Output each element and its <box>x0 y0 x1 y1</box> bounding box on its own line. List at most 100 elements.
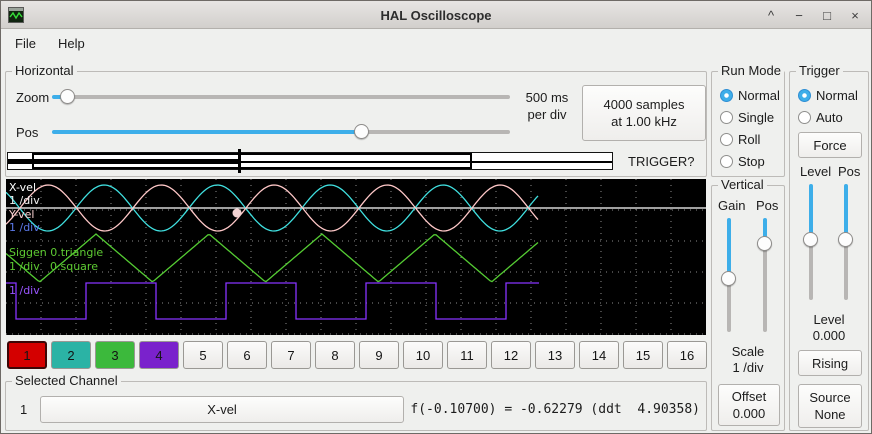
radio-on-icon <box>798 89 811 102</box>
trigger-level-readout-value: 0.000 <box>790 328 868 343</box>
zoom-slider-groove <box>52 95 510 99</box>
trigger-level-col-label: Level <box>800 164 831 179</box>
scope-channel-label: X-vel <box>9 182 36 194</box>
radio-off-icon <box>720 155 733 168</box>
timebase-line1: 500 ms <box>526 89 569 106</box>
run-mode-stop-radio[interactable]: Stop <box>720 154 765 169</box>
channel-button-14[interactable]: 14 <box>579 341 619 369</box>
radio-off-icon <box>720 133 733 146</box>
scope-channel-label: Y-vel <box>9 209 34 221</box>
trigger-pos-slider[interactable] <box>837 182 855 302</box>
trigger-level-handle[interactable] <box>803 232 818 247</box>
scope-display: X-vel1 /divY-vel1 /divSiggen 0.triangle1… <box>6 179 706 335</box>
vertical-pos-slider[interactable] <box>756 216 774 334</box>
channel-button-3[interactable]: 3 <box>95 341 135 369</box>
scope-channel-label: Siggen 0.triangle <box>9 247 103 259</box>
pos-slider[interactable] <box>50 123 512 141</box>
selected-channel-group: Selected Channel 1 X-vel f(-0.10700) = -… <box>5 381 707 431</box>
horizontal-group: Horizontal Zoom 500 ms per div 4000 samp… <box>5 71 707 177</box>
channel-button-2[interactable]: 2 <box>51 341 91 369</box>
run-mode-single-radio[interactable]: Single <box>720 110 774 125</box>
trigger-status-label: TRIGGER? <box>628 154 694 169</box>
radio-label: Stop <box>738 154 765 169</box>
trigger-source-button[interactable]: Source None <box>798 384 862 428</box>
channel-button-row: 12345678910111213141516 <box>7 341 707 369</box>
run-mode-group: Run Mode Normal Single Roll Stop <box>711 71 785 177</box>
radio-label: Normal <box>738 88 780 103</box>
force-button-label: Force <box>813 138 846 153</box>
gain-col-label: Gain <box>718 198 745 213</box>
force-button[interactable]: Force <box>798 132 862 158</box>
app-window: HAL Oscilloscope ^ − □ × File Help Horiz… <box>0 0 872 434</box>
menubar: File Help <box>1 30 871 56</box>
trigger-auto-radio[interactable]: Auto <box>798 110 843 125</box>
channel-button-1[interactable]: 1 <box>7 341 47 369</box>
samples-button[interactable]: 4000 samples at 1.00 kHz <box>582 85 706 141</box>
channel-button-8[interactable]: 8 <box>315 341 355 369</box>
trigger-group-label: Trigger <box>796 63 843 78</box>
offset-button[interactable]: Offset 0.000 <box>718 384 780 426</box>
trigger-edge-button[interactable]: Rising <box>798 350 862 376</box>
minimize-icon[interactable]: − <box>791 8 807 23</box>
samples-line1: 4000 samples <box>604 96 685 113</box>
gain-slider[interactable] <box>720 216 738 334</box>
maximize-icon[interactable]: □ <box>819 8 835 23</box>
zoom-slider-handle[interactable] <box>60 89 75 104</box>
channel-button-12[interactable]: 12 <box>491 341 531 369</box>
vertical-pos-handle[interactable] <box>757 236 772 251</box>
titlebar: HAL Oscilloscope ^ − □ × <box>1 1 871 29</box>
zoom-label: Zoom <box>16 90 49 105</box>
pos-label: Pos <box>16 125 38 140</box>
channel-name-label: X-vel <box>207 402 237 417</box>
trigger-level-slider[interactable] <box>802 182 820 302</box>
trigger-position-tick <box>238 149 241 173</box>
window-title: HAL Oscilloscope <box>1 1 871 29</box>
radio-off-icon <box>798 111 811 124</box>
vertical-group: Vertical Gain Pos Scale 1 /div Offset 0.… <box>711 185 785 431</box>
channel-button-5[interactable]: 5 <box>183 341 223 369</box>
probe-marker <box>233 209 242 218</box>
trigger-edge-label: Rising <box>812 356 848 371</box>
channel-button-11[interactable]: 11 <box>447 341 487 369</box>
channel-name-button[interactable]: X-vel <box>40 396 404 423</box>
menu-file[interactable]: File <box>15 36 36 51</box>
trigger-source-label: Source <box>809 389 850 406</box>
offset-value: 0.000 <box>733 405 766 422</box>
channel-button-7[interactable]: 7 <box>271 341 311 369</box>
radio-off-icon <box>720 111 733 124</box>
channel-button-15[interactable]: 15 <box>623 341 663 369</box>
run-mode-group-label: Run Mode <box>718 63 784 78</box>
channel-value-readout: f(-0.10700) = -0.62279 (ddt 4.90358) <box>410 402 700 417</box>
channel-button-16[interactable]: 16 <box>667 341 707 369</box>
shade-icon[interactable]: ^ <box>763 8 779 23</box>
channel-button-10[interactable]: 10 <box>403 341 443 369</box>
radio-on-icon <box>720 89 733 102</box>
timebase-line2: per div <box>527 106 566 123</box>
scope-channel-label: 1 /div <box>9 195 40 207</box>
scale-label: Scale <box>712 344 784 359</box>
pos-slider-handle[interactable] <box>354 124 369 139</box>
channel-button-6[interactable]: 6 <box>227 341 267 369</box>
trigger-pos-handle[interactable] <box>838 232 853 247</box>
gain-slider-handle[interactable] <box>721 271 736 286</box>
trace-square-purple <box>6 283 539 319</box>
menu-help[interactable]: Help <box>58 36 85 51</box>
channel-button-9[interactable]: 9 <box>359 341 399 369</box>
trigger-normal-radio[interactable]: Normal <box>798 88 858 103</box>
channel-button-13[interactable]: 13 <box>535 341 575 369</box>
vertical-pos-col-label: Pos <box>756 198 778 213</box>
recorded-range-bar <box>8 159 240 164</box>
horizontal-group-label: Horizontal <box>12 63 77 78</box>
offset-label: Offset <box>732 388 766 405</box>
zoom-slider[interactable] <box>50 88 512 106</box>
timebase-label: 500 ms per div <box>516 89 578 123</box>
scope-channel-label: 0.square <box>50 261 98 273</box>
run-mode-normal-radio[interactable]: Normal <box>720 88 780 103</box>
channel-button-4[interactable]: 4 <box>139 341 179 369</box>
scope-channel-label: 1 /div <box>9 222 40 234</box>
close-icon[interactable]: × <box>847 8 863 23</box>
radio-label: Auto <box>816 110 843 125</box>
selected-channel-group-label: Selected Channel <box>12 373 121 388</box>
radio-label: Normal <box>816 88 858 103</box>
run-mode-roll-radio[interactable]: Roll <box>720 132 760 147</box>
